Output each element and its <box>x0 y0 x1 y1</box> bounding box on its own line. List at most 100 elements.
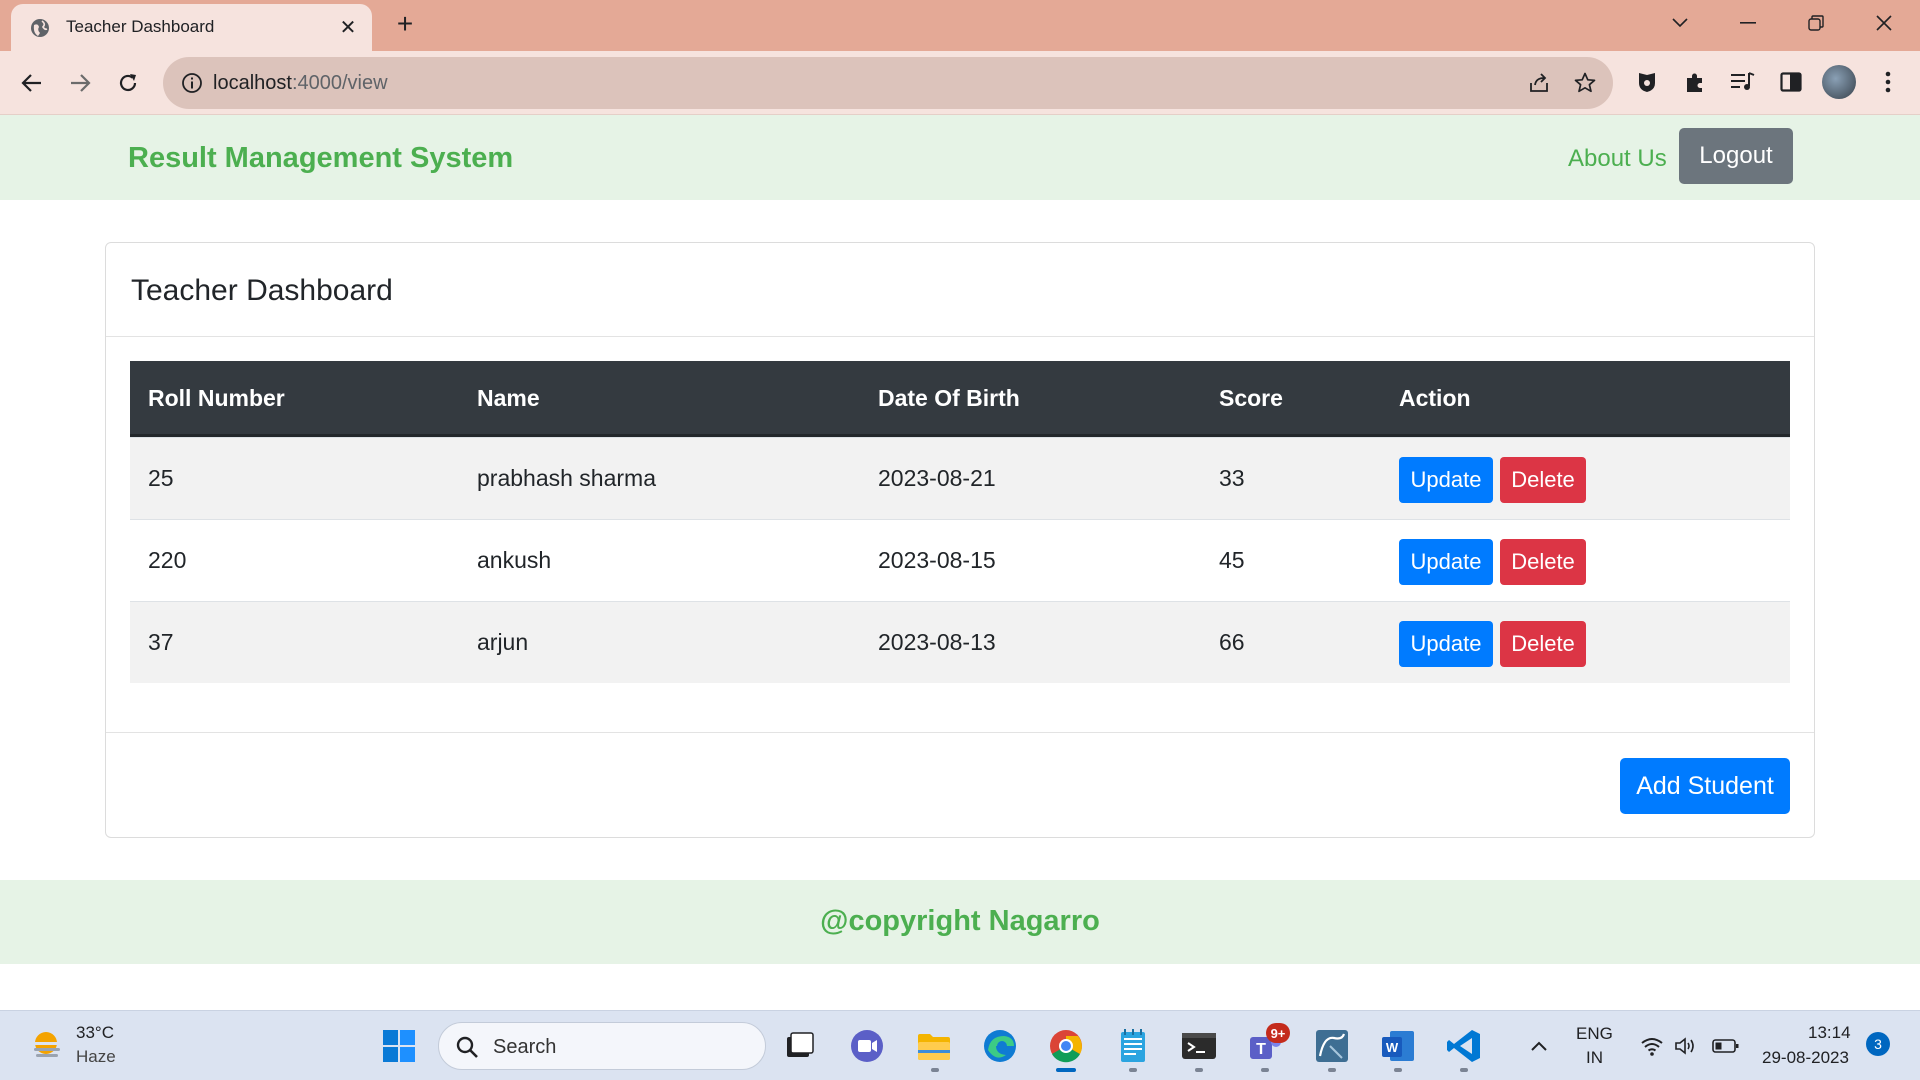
brand-title[interactable]: Result Management System <box>128 142 513 175</box>
restore-icon[interactable] <box>1796 8 1836 38</box>
tab-close-icon[interactable]: ✕ <box>335 14 361 40</box>
clock-time[interactable]: 13:14 <box>1808 1023 1851 1043</box>
profile-avatar[interactable] <box>1822 65 1856 99</box>
cell-name: arjun <box>477 629 529 655</box>
add-student-button[interactable]: Add Student <box>1620 758 1790 814</box>
svg-text:W: W <box>1386 1040 1399 1055</box>
bookmark-star-icon[interactable] <box>1573 71 1597 95</box>
mysql-workbench-icon[interactable] <box>1312 1026 1352 1066</box>
card-footer: Add Student <box>106 732 1814 838</box>
notepad-icon[interactable] <box>1113 1026 1153 1066</box>
media-queue-icon[interactable] <box>1727 66 1759 98</box>
minimize-icon[interactable] <box>1728 8 1768 38</box>
teams-meet-icon[interactable] <box>847 1026 887 1066</box>
task-view-icon[interactable] <box>779 1026 819 1066</box>
forward-icon[interactable] <box>64 67 96 99</box>
vscode-icon[interactable] <box>1444 1026 1484 1066</box>
running-indicator <box>1261 1068 1269 1072</box>
teams-notification-badge: 9+ <box>1266 1023 1290 1043</box>
weather-haze-icon[interactable] <box>28 1029 64 1063</box>
table-row: 37 arjun 2023-08-13 66 Update Delete <box>130 601 1790 683</box>
hidden-icons-chevron-icon[interactable] <box>1519 1026 1559 1066</box>
cell-score: 45 <box>1219 547 1245 573</box>
battery-icon[interactable] <box>1706 1026 1746 1066</box>
logout-button[interactable]: Logout <box>1679 128 1793 184</box>
extension-shield-icon[interactable] <box>1631 66 1663 98</box>
running-indicator <box>931 1068 939 1072</box>
cell-roll-number: 37 <box>148 629 174 655</box>
windows-taskbar: 33°C Haze Search T 9+ W ENG IN 13:14 29-… <box>0 1010 1920 1080</box>
search-icon <box>456 1036 478 1058</box>
reload-icon[interactable] <box>112 67 144 99</box>
extensions-puzzle-icon[interactable] <box>1679 66 1711 98</box>
cell-date-of-birth: 2023-08-21 <box>878 465 996 491</box>
file-explorer-icon[interactable] <box>914 1026 954 1066</box>
cell-name: ankush <box>477 547 552 573</box>
notification-count-badge[interactable]: 3 <box>1866 1032 1890 1056</box>
browser-tab[interactable]: Teacher Dashboard ✕ <box>11 4 372 51</box>
language-region[interactable]: IN <box>1586 1048 1603 1068</box>
address-bar[interactable]: localhost:4000/view <box>163 57 1613 109</box>
volume-icon[interactable] <box>1666 1026 1706 1066</box>
language-code[interactable]: ENG <box>1576 1024 1613 1044</box>
chrome-browser-icon[interactable] <box>1046 1026 1086 1066</box>
url-host: localhost <box>213 72 292 94</box>
cell-name: prabhash sharma <box>477 465 656 491</box>
tab-search-chevron-icon[interactable] <box>1660 8 1700 38</box>
update-button[interactable]: Update <box>1399 621 1493 667</box>
cell-date-of-birth: 2023-08-15 <box>878 547 996 573</box>
card-header: Teacher Dashboard <box>106 243 1814 337</box>
tab-strip: Teacher Dashboard ✕ + <box>0 0 1920 51</box>
dashboard-card: Teacher Dashboard Roll Number Name Date … <box>105 242 1815 838</box>
delete-button[interactable]: Delete <box>1500 539 1586 585</box>
cell-date-of-birth: 2023-08-13 <box>878 629 996 655</box>
weather-temperature[interactable]: 33°C <box>76 1023 114 1043</box>
cell-score: 66 <box>1219 629 1245 655</box>
table-row: 220 ankush 2023-08-15 45 Update Delete <box>130 519 1790 601</box>
table-header: Roll Number Name Date Of Birth Score Act… <box>130 361 1790 437</box>
svg-text:T: T <box>1256 1041 1266 1058</box>
column-header-date-of-birth: Date Of Birth <box>878 385 1020 411</box>
students-table: Roll Number Name Date Of Birth Score Act… <box>130 361 1790 683</box>
tab-title: Teacher Dashboard <box>66 17 215 36</box>
url-text[interactable]: localhost:4000/view <box>213 72 388 95</box>
update-button[interactable]: Update <box>1399 457 1493 503</box>
site-footer: @copyright Nagarro <box>0 880 1920 964</box>
about-us-link[interactable]: About Us <box>1568 145 1667 173</box>
running-indicator <box>1394 1068 1402 1072</box>
window-close-icon[interactable] <box>1864 8 1904 38</box>
running-indicator <box>1328 1068 1336 1072</box>
column-header-roll-number: Roll Number <box>148 385 285 411</box>
word-icon[interactable]: W <box>1378 1026 1418 1066</box>
cell-roll-number: 25 <box>148 465 174 491</box>
url-path: :4000/view <box>291 72 388 94</box>
new-tab-button[interactable]: + <box>390 10 420 40</box>
delete-button[interactable]: Delete <box>1500 621 1586 667</box>
weather-condition[interactable]: Haze <box>76 1047 116 1067</box>
site-info-icon[interactable] <box>181 72 203 94</box>
page-title: Teacher Dashboard <box>131 274 393 307</box>
cell-roll-number: 220 <box>148 547 187 573</box>
globe-icon <box>31 19 49 37</box>
update-button[interactable]: Update <box>1399 539 1493 585</box>
running-indicator <box>1460 1068 1468 1072</box>
clock-date[interactable]: 29-08-2023 <box>1762 1048 1849 1068</box>
windows-start-icon[interactable] <box>379 1026 419 1066</box>
browser-toolbar: localhost:4000/view <box>0 51 1920 115</box>
back-icon[interactable] <box>16 67 48 99</box>
running-indicator <box>1195 1068 1203 1072</box>
side-panel-icon[interactable] <box>1775 66 1807 98</box>
search-placeholder: Search <box>493 1036 557 1058</box>
column-header-action: Action <box>1399 385 1471 411</box>
delete-button[interactable]: Delete <box>1500 457 1586 503</box>
column-header-score: Score <box>1219 385 1283 411</box>
share-icon[interactable] <box>1527 71 1551 95</box>
column-header-name: Name <box>477 385 540 411</box>
terminal-icon[interactable] <box>1179 1026 1219 1066</box>
browser-menu-icon[interactable] <box>1872 66 1904 98</box>
running-indicator-active <box>1056 1068 1076 1072</box>
running-indicator <box>1129 1068 1137 1072</box>
edge-browser-icon[interactable] <box>980 1026 1020 1066</box>
copyright-text: @copyright Nagarro <box>820 905 1100 937</box>
taskbar-search[interactable]: Search <box>438 1022 766 1070</box>
